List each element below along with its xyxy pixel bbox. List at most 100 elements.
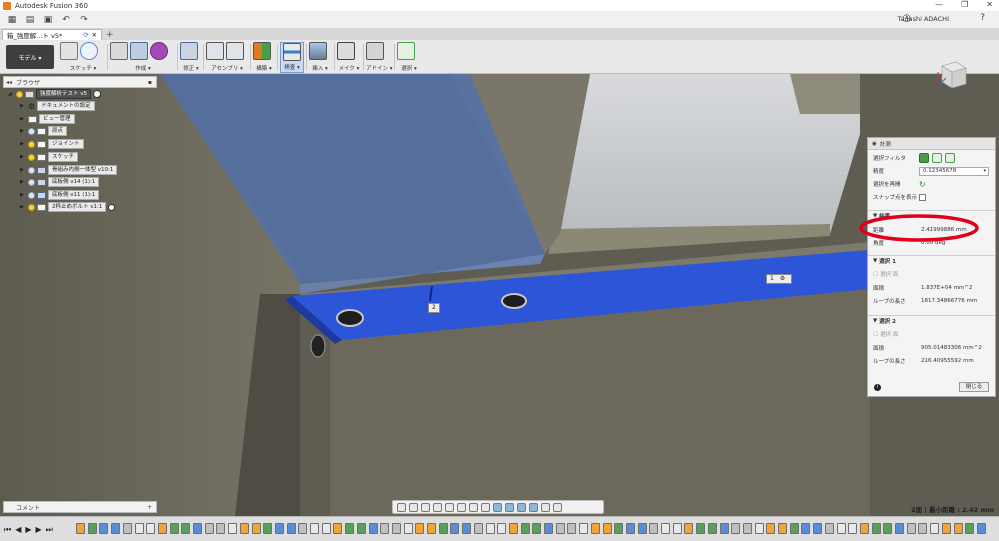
timeline-feature-icon[interactable]	[953, 523, 963, 534]
timeline-feature-icon[interactable]	[918, 523, 928, 534]
save-icon[interactable]: ▣	[42, 14, 54, 26]
face-label-gear-icon[interactable]: ⚙	[780, 275, 785, 282]
timeline-feature-icon[interactable]	[310, 523, 319, 534]
timeline-feature-icon[interactable]	[298, 523, 308, 534]
timeline-feature-icon[interactable]	[976, 523, 986, 534]
visibility-bulb-icon[interactable]	[28, 191, 35, 199]
visibility-bulb-icon[interactable]	[28, 127, 35, 135]
timeline-feature-icon[interactable]	[228, 523, 238, 534]
timeline-feature-icon[interactable]	[251, 523, 261, 534]
zebra-analysis-icon[interactable]	[517, 502, 526, 512]
timeline-feature-icon[interactable]	[286, 523, 296, 534]
modify-group[interactable]: 修正 ▾	[180, 42, 202, 73]
precision-select[interactable]: 0.12345678 ▾	[919, 166, 989, 176]
timeline-feature-icon[interactable]	[532, 523, 542, 534]
timeline-feature-icon[interactable]	[76, 523, 85, 534]
arc-icon[interactable]	[80, 42, 98, 60]
tab-close-icon[interactable]: ✕	[92, 31, 97, 39]
timeline-feature-icon[interactable]	[450, 523, 460, 534]
assemble-group[interactable]: アセンブリ ▾	[206, 42, 248, 73]
step-back-icon[interactable]: ◀	[15, 525, 21, 535]
timeline-feature-icon[interactable]	[836, 523, 846, 534]
timeline-feature-icon[interactable]	[122, 523, 132, 534]
show-snap-checkbox[interactable]	[919, 193, 926, 201]
data-panel-grid-icon[interactable]: ▦	[6, 14, 18, 26]
timeline-feature-icon[interactable]	[462, 523, 472, 534]
timeline-feature-icon[interactable]	[134, 523, 144, 534]
new-component-icon[interactable]	[206, 42, 224, 60]
timeline-feature-icon[interactable]	[567, 523, 577, 534]
timeline-feature-icon[interactable]	[766, 523, 776, 534]
expand-arrow-icon[interactable]: ▶	[20, 154, 26, 160]
timeline-feature-icon[interactable]	[333, 523, 343, 534]
timeline-feature-icon[interactable]	[871, 523, 881, 534]
press-pull-icon[interactable]	[180, 42, 198, 60]
filter-body-icon[interactable]	[919, 153, 929, 163]
select-group[interactable]: 選択 ▾	[397, 42, 421, 73]
expand-arrow-icon[interactable]: ▶	[20, 192, 26, 198]
timeline-feature-icon[interactable]	[391, 523, 401, 534]
activate-radio-icon[interactable]	[93, 90, 102, 98]
3d-print-icon[interactable]	[337, 42, 355, 60]
zoom-icon[interactable]	[433, 502, 442, 512]
go-to-end-icon[interactable]: ⏭	[46, 525, 53, 535]
timeline-feature-icon[interactable]	[87, 523, 97, 534]
timeline-feature-icon[interactable]	[415, 523, 425, 534]
timeline-feature-icon[interactable]	[649, 523, 659, 534]
draft-analysis-icon[interactable]	[541, 502, 550, 512]
timeline-feature-icon[interactable]	[754, 523, 764, 534]
timeline-feature-icon[interactable]	[263, 523, 273, 534]
visibility-bulb-icon[interactable]	[28, 140, 35, 148]
model-viewport[interactable]: 2 1 ⚙	[0, 74, 999, 516]
timeline-feature-icon[interactable]	[707, 523, 717, 534]
new-tab-button[interactable]: +	[106, 30, 114, 40]
visibility-bulb-icon[interactable]	[28, 203, 35, 211]
expand-arrow-icon[interactable]: ▶	[20, 141, 26, 147]
filter-edge-icon[interactable]	[945, 153, 955, 163]
timeline-feature-icon[interactable]	[672, 523, 682, 534]
insert-image-icon[interactable]	[309, 42, 327, 60]
expand-arrow-icon[interactable]: ▶	[20, 204, 26, 210]
tree-item-named-views[interactable]: ▶ ビュー管理	[20, 114, 75, 124]
expand-arrow-icon[interactable]: ▶	[20, 128, 26, 134]
visibility-bulb-icon[interactable]	[28, 178, 35, 186]
filter-face-icon[interactable]	[932, 153, 942, 163]
collapse-arrow-icon[interactable]: ◢	[8, 91, 14, 97]
timeline-feature-icon[interactable]	[157, 523, 167, 534]
timeline-feature-icon[interactable]	[778, 523, 787, 534]
timeline-feature-icon[interactable]	[824, 523, 834, 534]
fit-icon[interactable]	[445, 502, 454, 512]
timeline-feature-icon[interactable]	[555, 523, 565, 534]
restart-selection-icon[interactable]: ↻	[919, 180, 926, 189]
timeline-feature-icon[interactable]	[789, 523, 799, 534]
visibility-bulb-icon[interactable]	[16, 90, 23, 98]
scripts-addins-icon[interactable]	[366, 42, 384, 60]
undo-icon[interactable]: ↶	[60, 14, 72, 26]
tree-item-sketches[interactable]: ▶ スケッチ	[20, 152, 79, 162]
timeline-feature-icon[interactable]	[216, 523, 226, 534]
offset-plane-icon[interactable]	[253, 42, 271, 60]
timeline-feature-icon[interactable]	[719, 523, 729, 534]
insert-group[interactable]: 挿入 ▾	[309, 42, 331, 73]
timeline-feature-icon[interactable]	[895, 523, 904, 534]
tree-item-component[interactable]: ▶ 底板側 v11 (1):1	[20, 190, 100, 200]
inspect-group[interactable]: 検査 ▾	[280, 42, 304, 73]
timeline-feature-icon[interactable]	[602, 523, 612, 534]
expand-arrow-icon[interactable]: ▶	[20, 103, 26, 109]
timeline-feature-icon[interactable]	[204, 523, 214, 534]
timeline-feature-icon[interactable]	[169, 523, 179, 534]
section-analysis-icon[interactable]	[505, 502, 514, 512]
tree-item-component[interactable]: ▶ 底板側 v14 (1):1	[20, 177, 100, 187]
addins-group[interactable]: アドイン ▾	[366, 42, 393, 73]
user-account-menu[interactable]: Tadashi ADACHI	[898, 15, 949, 23]
timeline-feature-icon[interactable]	[403, 523, 413, 534]
timeline-feature-icon[interactable]	[883, 523, 893, 534]
timeline-feature-icon[interactable]	[146, 523, 156, 534]
box-icon[interactable]	[130, 42, 148, 60]
expand-arrow-icon[interactable]: ▶	[20, 116, 26, 122]
activate-radio-icon[interactable]	[108, 203, 116, 211]
file-menu-icon[interactable]: ▤	[24, 14, 36, 26]
timeline-feature-icon[interactable]	[661, 523, 670, 534]
measure-tool-icon[interactable]	[283, 43, 301, 61]
face-label-1[interactable]: 1 ⚙	[766, 274, 792, 284]
